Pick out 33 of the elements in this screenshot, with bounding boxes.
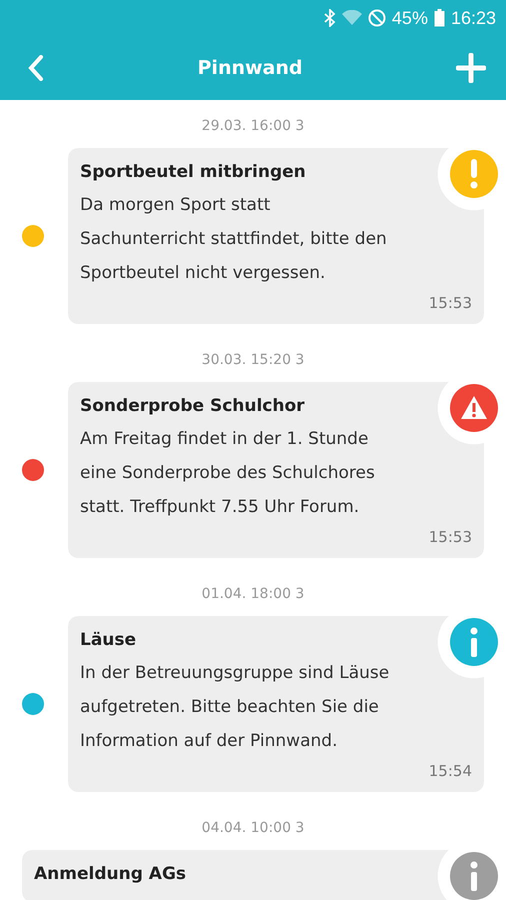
post-time: 15:53: [428, 294, 472, 312]
post-text: Sportbeutel nicht vergessen.: [80, 262, 326, 285]
add-button[interactable]: [456, 53, 486, 83]
post-text: aufgetreten. Bitte beachten Sie die: [80, 696, 380, 719]
post-text: Am Freitag findet in der 1. Stunde: [80, 428, 370, 451]
post-card[interactable]: Läuse In der Betreuungsgruppe sind Läuse aufgetreten. Bitte beachten Sie die Information auf der Pinnwand. 15:54: [68, 616, 498, 792]
post-text: Information auf der Pinnwand.: [80, 730, 338, 753]
post-title: Läuse: [80, 630, 138, 650]
page-title: Pinnwand: [198, 57, 302, 79]
post-card[interactable]: Sportbeutel mitbringen Da morgen Sport statt Sachunterricht stattfindet, bitte den Sportbeutel nicht vergessen. 15:53: [68, 148, 498, 324]
post-text: Da morgen Sport statt: [80, 194, 272, 217]
post-text: statt. Treffpunkt 7.55 Uhr Forum.: [80, 496, 360, 519]
clock: 16:23: [450, 8, 496, 28]
post-text: eine Sonderprobe des Schulchores: [80, 462, 376, 485]
post-title: Anmeldung AGs: [34, 864, 188, 884]
battery-icon: [434, 9, 445, 27]
post-timestamp: 04.04. 10:00 3: [202, 820, 304, 836]
post-time: 15:54: [428, 762, 472, 780]
post-timestamp: 01.04. 18:00 3: [202, 586, 304, 602]
bluetooth-icon: [324, 9, 336, 27]
post-text: Sachunterricht stattfindet, bitte den: [80, 228, 388, 251]
back-button[interactable]: [28, 55, 44, 81]
post-card[interactable]: Sonderprobe Schulchor Am Freitag findet in der 1. Stunde eine Sonderprobe des Schulchores statt. Treffpunkt 7.55 Uhr Forum. 15:53: [68, 382, 498, 558]
wifi-icon: [342, 10, 362, 26]
post-title: Sportbeutel mitbringen: [80, 162, 307, 182]
battery-percentage: 45%: [392, 8, 428, 28]
post-card[interactable]: Anmeldung AGs: [22, 850, 498, 900]
post-text: In der Betreuungsgruppe sind Läuse: [80, 662, 390, 685]
post-timestamp: 30.03. 15:20 3: [202, 352, 304, 368]
do-not-disturb-icon: [368, 9, 386, 27]
post-title: Sonderprobe Schulchor: [80, 396, 306, 416]
post-timestamp: 29.03. 16:00 3: [202, 118, 304, 134]
post-time: 15:53: [428, 528, 472, 546]
